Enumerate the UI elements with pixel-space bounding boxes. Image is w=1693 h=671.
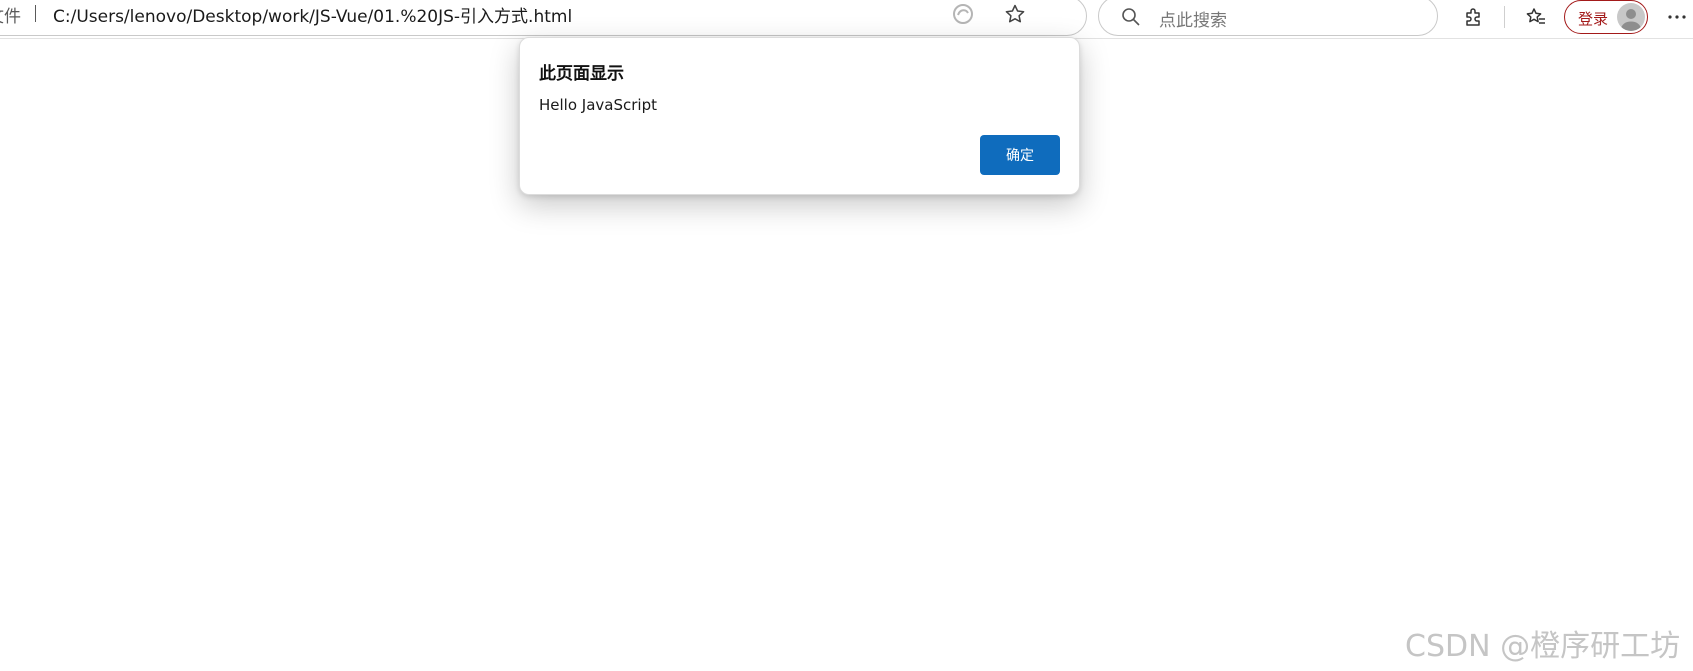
dialog-title: 此页面显示 — [539, 64, 624, 84]
scheme-label: 文件 — [0, 7, 21, 27]
extensions-icon[interactable] — [1462, 6, 1484, 28]
search-icon — [1121, 7, 1141, 27]
login-button[interactable]: 登录 — [1564, 0, 1648, 34]
search-box[interactable]: 点此搜索 — [1098, 0, 1438, 36]
address-bar[interactable]: 文件 C:/Users/lenovo/Desktop/work/JS-Vue/0… — [0, 0, 1087, 36]
avatar-icon — [1617, 3, 1645, 31]
toolbar-divider — [1504, 6, 1505, 28]
watermark: CSDN @橙序研工坊 — [1405, 629, 1681, 664]
read-aloud-icon[interactable] — [952, 3, 974, 25]
url-text[interactable]: C:/Users/lenovo/Desktop/work/JS-Vue/01.%… — [53, 2, 572, 27]
favorite-star-icon[interactable] — [1004, 3, 1026, 25]
favorites-icon[interactable] — [1525, 6, 1547, 28]
search-placeholder: 点此搜索 — [1159, 11, 1227, 31]
address-divider — [35, 5, 36, 22]
browser-toolbar: 文件 C:/Users/lenovo/Desktop/work/JS-Vue/0… — [0, 0, 1693, 39]
ok-button[interactable]: 确定 — [980, 135, 1060, 175]
alert-dialog: 此页面显示 Hello JavaScript 确定 — [519, 37, 1080, 195]
login-label: 登录 — [1578, 10, 1609, 28]
more-options-icon[interactable] — [1666, 6, 1688, 28]
dialog-message: Hello JavaScript — [539, 96, 657, 114]
